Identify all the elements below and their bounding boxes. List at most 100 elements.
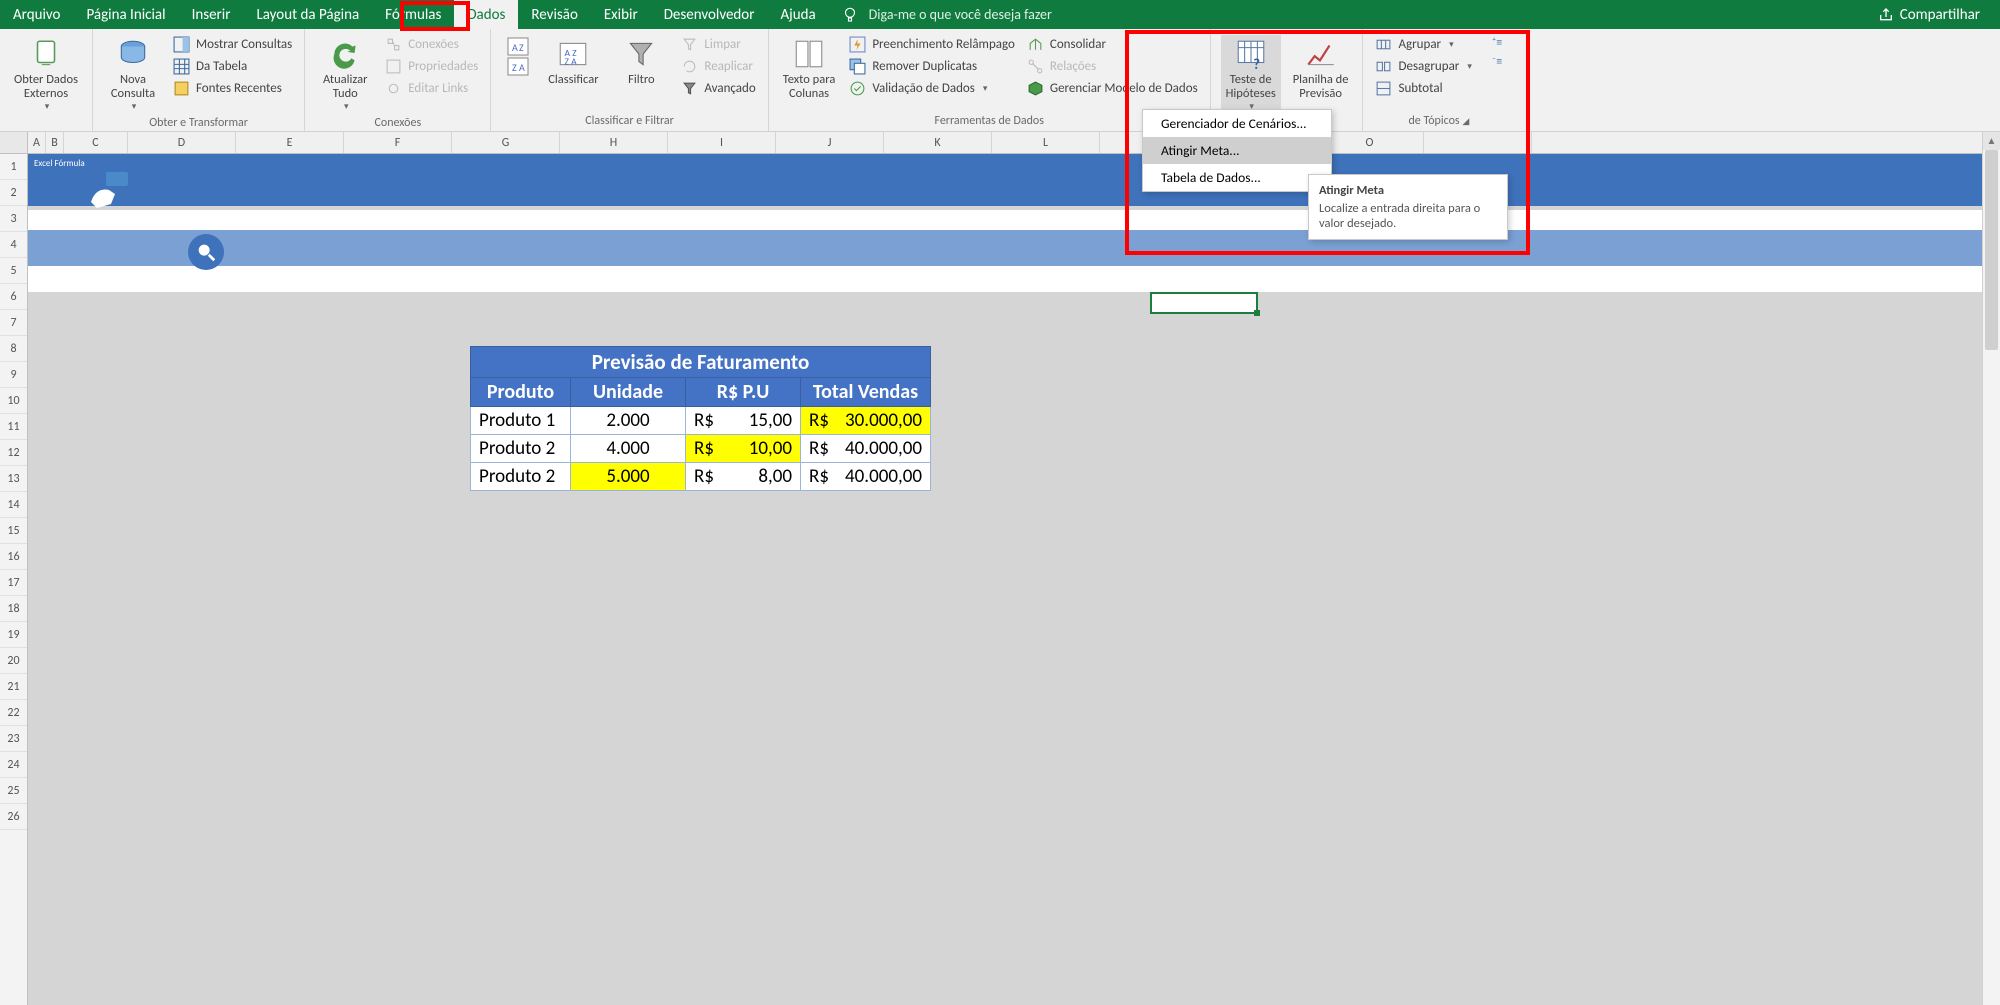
col-header[interactable]: I (668, 132, 776, 153)
validacao-dados-button[interactable]: Validação de Dados▾ (847, 79, 1017, 98)
cell-unidade[interactable]: 5.000 (571, 463, 686, 491)
col-header[interactable]: A (28, 132, 46, 153)
select-all-corner[interactable] (0, 132, 28, 153)
cell-unidade[interactable]: 4.000 (571, 435, 686, 463)
hide-detail-button[interactable]: ⁻≡ (1490, 54, 1504, 70)
cell-produto[interactable]: Produto 2 (471, 463, 571, 491)
row-header[interactable]: 5 (0, 258, 27, 284)
group-label-topicos: de Tópicos ◢ (1363, 112, 1514, 131)
col-header[interactable]: O (1316, 132, 1424, 153)
da-tabela-button[interactable]: Da Tabela (171, 57, 294, 76)
col-header[interactable]: K (884, 132, 992, 153)
remover-duplicatas-button[interactable]: Remover Duplicatas (847, 57, 1017, 76)
row-header[interactable]: 7 (0, 310, 27, 336)
row-header[interactable]: 15 (0, 518, 27, 544)
row-header[interactable]: 17 (0, 570, 27, 596)
sort-az-button[interactable]: AZZA (501, 35, 535, 81)
cell-produto[interactable]: Produto 2 (471, 435, 571, 463)
tab-dados[interactable]: Dados (454, 0, 518, 29)
row-header[interactable]: 2 (0, 180, 27, 206)
row-header[interactable]: 16 (0, 544, 27, 570)
cell-total[interactable]: R$40.000,00 (801, 435, 931, 463)
filter-icon (624, 37, 658, 71)
tab-ajuda[interactable]: Ajuda (767, 0, 828, 29)
row-header[interactable]: 4 (0, 232, 27, 258)
row-header[interactable]: 8 (0, 336, 27, 362)
col-header[interactable]: F (344, 132, 452, 153)
col-header[interactable]: H (560, 132, 668, 153)
gerenciar-modelo-button[interactable]: Gerenciar Modelo de Dados (1025, 79, 1200, 98)
row-header[interactable]: 22 (0, 700, 27, 726)
row-header[interactable]: 3 (0, 206, 27, 232)
cell-pu[interactable]: R$15,00 (686, 407, 801, 435)
desagrupar-button[interactable]: Desagrupar ▾ (1373, 57, 1473, 76)
tab-layout[interactable]: Layout da Página (243, 0, 372, 29)
row-header[interactable]: 21 (0, 674, 27, 700)
cell-pu[interactable]: R$8,00 (686, 463, 801, 491)
cell-produto[interactable]: Produto 1 (471, 407, 571, 435)
nova-consulta-button[interactable]: Nova Consulta ▾ (103, 35, 163, 114)
obter-dados-externos-button[interactable]: Obter Dados Externos ▾ (10, 35, 82, 114)
col-header[interactable]: B (46, 132, 64, 153)
tab-formulas[interactable]: Fórmulas (372, 0, 454, 29)
avancado-button[interactable]: Avançado (679, 79, 757, 98)
row-header[interactable]: 26 (0, 804, 27, 830)
atualizar-tudo-button[interactable]: Atualizar Tudo ▾ (315, 35, 375, 114)
row-header[interactable]: 12 (0, 440, 27, 466)
scroll-thumb[interactable] (1985, 150, 1998, 350)
worksheet-area[interactable]: Excel Fórmula Previsão de Faturamento Pr… (28, 154, 2000, 1005)
fontes-recentes-button[interactable]: Fontes Recentes (171, 79, 294, 98)
col-header[interactable]: J (776, 132, 884, 153)
mostrar-consultas-button[interactable]: Mostrar Consultas (171, 35, 294, 54)
teste-hipoteses-button[interactable]: ? Teste de Hipóteses ▾ (1221, 35, 1281, 114)
planilha-previsao-button[interactable]: Planilha de Previsão (1289, 35, 1353, 104)
row-header[interactable]: 19 (0, 622, 27, 648)
worksheet-grid[interactable]: 1234567891011121314151617181920212223242… (0, 154, 2000, 1005)
cell-total[interactable]: R$40.000,00 (801, 463, 931, 491)
share-button[interactable]: Compartilhar (1878, 6, 1980, 24)
tab-revisao[interactable]: Revisão (518, 0, 590, 29)
col-header[interactable]: C (64, 132, 128, 153)
vertical-scrollbar[interactable]: ▲ (1982, 132, 2000, 1005)
row-header[interactable]: 11 (0, 414, 27, 440)
row-header[interactable]: 25 (0, 778, 27, 804)
tab-exibir[interactable]: Exibir (591, 0, 651, 29)
subtotal-button[interactable]: Subtotal (1373, 79, 1473, 98)
row-header[interactable]: 6 (0, 284, 27, 310)
col-header[interactable]: G (452, 132, 560, 153)
dropdown-item-cenarios[interactable]: Gerenciador de Cenários... (1143, 110, 1331, 137)
tell-me[interactable]: Diga-me o que você deseja fazer (841, 6, 1052, 24)
tab-pagina-inicial[interactable]: Página Inicial (73, 0, 178, 29)
tab-inserir[interactable]: Inserir (179, 0, 244, 29)
cell-total[interactable]: R$30.000,00 (801, 407, 931, 435)
row-header[interactable]: 9 (0, 362, 27, 388)
row-header[interactable]: 14 (0, 492, 27, 518)
selected-cell[interactable] (1150, 292, 1258, 314)
preenchimento-relampago-button[interactable]: Preenchimento Relâmpago (847, 35, 1017, 54)
row-header[interactable]: 1 (0, 154, 27, 180)
col-header[interactable]: D (128, 132, 236, 153)
classificar-button[interactable]: A ZZ A Classificar (543, 35, 603, 89)
col-header[interactable] (1424, 132, 1532, 153)
tab-arquivo[interactable]: Arquivo (0, 0, 73, 29)
col-header[interactable]: L (992, 132, 1100, 153)
agrupar-button[interactable]: Agrupar ▾ (1373, 35, 1473, 54)
show-detail-button[interactable]: ⁺≡ (1490, 35, 1504, 51)
row-header[interactable]: 24 (0, 752, 27, 778)
tab-desenvolvedor[interactable]: Desenvolvedor (651, 0, 768, 29)
row-header[interactable]: 10 (0, 388, 27, 414)
dropdown-item-atingir-meta[interactable]: Atingir Meta... (1143, 137, 1331, 164)
cell-pu[interactable]: R$10,00 (686, 435, 801, 463)
consolidar-button[interactable]: Consolidar (1025, 35, 1200, 54)
fill-handle[interactable] (1254, 310, 1260, 316)
row-header[interactable]: 23 (0, 726, 27, 752)
row-header[interactable]: 13 (0, 466, 27, 492)
dropdown-item-tabela-dados[interactable]: Tabela de Dados... (1143, 164, 1331, 191)
row-header[interactable]: 20 (0, 648, 27, 674)
scroll-up-button[interactable]: ▲ (1983, 132, 2000, 150)
texto-colunas-button[interactable]: Texto para Colunas (779, 35, 840, 104)
row-header[interactable]: 18 (0, 596, 27, 622)
col-header[interactable]: E (236, 132, 344, 153)
filtro-button[interactable]: Filtro (611, 35, 671, 89)
cell-unidade[interactable]: 2.000 (571, 407, 686, 435)
